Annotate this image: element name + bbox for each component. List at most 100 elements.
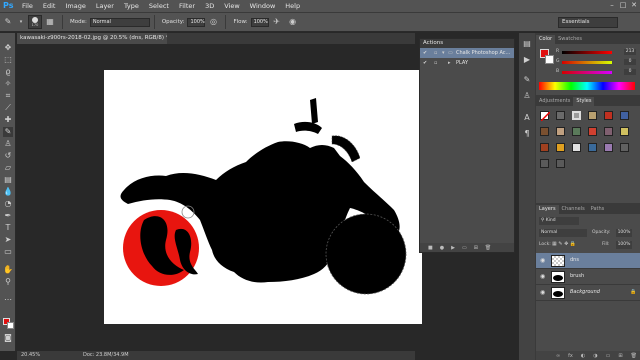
background-color-swatch[interactable] <box>7 322 14 329</box>
menu-filter[interactable]: Filter <box>174 0 200 12</box>
tab-styles[interactable]: Styles <box>573 97 595 106</box>
expand-arrow-icon[interactable]: ▾ <box>442 48 445 58</box>
tab-channels[interactable]: Channels <box>559 205 588 214</box>
layer-opacity-field[interactable]: 100% <box>616 229 632 237</box>
menu-layer[interactable]: Layer <box>91 0 119 12</box>
history-brush-tool-icon[interactable]: ↺ <box>3 151 13 161</box>
menu-edit[interactable]: Edit <box>38 0 61 12</box>
style-swatch[interactable] <box>556 127 565 136</box>
style-swatch[interactable] <box>620 111 629 120</box>
green-slider[interactable]: G 0 <box>556 59 636 65</box>
background-color-swatch[interactable] <box>545 55 554 64</box>
hand-tool-icon[interactable]: ✋ <box>3 265 13 275</box>
document-info[interactable]: Doc: 23.8M/34.9M <box>83 352 129 358</box>
tab-layers[interactable]: Layers <box>536 205 559 214</box>
opacity-field[interactable]: 100% <box>187 17 206 27</box>
dialog-toggle-icon[interactable]: ▫ <box>434 48 437 58</box>
marquee-tool-icon[interactable]: ⬚ <box>3 55 13 65</box>
green-value[interactable]: 0 <box>624 59 636 65</box>
mode-select[interactable]: Normal <box>89 17 150 27</box>
style-swatch[interactable] <box>572 127 581 136</box>
dodge-tool-icon[interactable]: ◔ <box>3 199 13 209</box>
close-button[interactable]: ✕ <box>630 1 638 10</box>
style-swatch[interactable] <box>604 111 613 120</box>
menu-help[interactable]: Help <box>280 0 305 12</box>
move-tool-icon[interactable]: ✥ <box>3 43 13 53</box>
style-swatch[interactable] <box>556 111 565 120</box>
maximize-button[interactable]: □ <box>619 1 627 10</box>
path-select-tool-icon[interactable]: ➤ <box>3 235 13 245</box>
quick-select-tool-icon[interactable]: ✧ <box>3 79 13 89</box>
record-icon[interactable]: ● <box>440 245 444 251</box>
trash-icon[interactable]: 🗑 <box>631 353 637 359</box>
minimize-button[interactable]: – <box>608 1 616 10</box>
healing-tool-icon[interactable]: ✚ <box>3 115 13 125</box>
blue-slider[interactable]: B 0 <box>556 69 636 75</box>
trash-icon[interactable]: 🗑 <box>485 245 491 251</box>
menu-file[interactable]: File <box>17 0 38 12</box>
more-tools-icon[interactable]: ⋯ <box>3 295 13 305</box>
new-layer-icon[interactable]: ⊞ <box>618 353 622 359</box>
blue-value[interactable]: 0 <box>624 69 636 75</box>
red-track[interactable] <box>562 51 612 54</box>
blur-tool-icon[interactable]: 💧 <box>3 187 13 197</box>
action-row[interactable]: ✔ ▫ ▸ PLAY <box>420 58 514 68</box>
group-icon[interactable]: ▭ <box>606 353 611 359</box>
layer-row-brush[interactable]: ◉ brush <box>536 269 640 285</box>
document-tab[interactable]: kawasaki-z900rs-2018-02.jpg @ 20.5% (dns… <box>17 33 167 44</box>
new-set-icon[interactable]: ▭ <box>462 245 467 251</box>
tab-swatches[interactable]: Swatches <box>555 35 585 44</box>
canvas-area[interactable] <box>17 44 422 351</box>
style-swatch[interactable] <box>588 111 597 120</box>
actions-panel-title[interactable]: Actions <box>420 39 514 48</box>
paragraph-panel-icon[interactable]: ¶ <box>522 129 532 139</box>
gradient-tool-icon[interactable]: ▤ <box>3 175 13 185</box>
style-swatch[interactable] <box>572 111 581 120</box>
tab-color[interactable]: Color <box>536 35 556 44</box>
brush-tool-icon[interactable]: ✎ <box>3 127 13 137</box>
layer-name[interactable]: brush <box>570 273 584 279</box>
brush-tool-icon[interactable]: ✎ <box>2 16 14 28</box>
style-swatch[interactable] <box>556 143 565 152</box>
chevron-down-icon[interactable]: ▾ <box>18 16 24 28</box>
eyedropper-tool-icon[interactable]: ⟋ <box>3 103 13 113</box>
clone-source-icon[interactable]: ♙ <box>522 91 532 101</box>
red-slider[interactable]: R 213 <box>556 49 636 55</box>
eye-icon[interactable]: ◉ <box>540 257 547 264</box>
flow-field[interactable]: 100% <box>250 17 269 27</box>
dialog-toggle-icon[interactable]: ▫ <box>434 58 437 68</box>
menu-select[interactable]: Select <box>144 0 174 12</box>
pressure-size-icon[interactable]: ◉ <box>287 16 299 28</box>
eye-icon[interactable]: ◉ <box>540 289 547 296</box>
airbrush-icon[interactable]: ✈ <box>271 16 283 28</box>
tab-adjustments[interactable]: Adjustments <box>536 97 573 106</box>
type-tool-icon[interactable]: T <box>3 223 13 233</box>
color-ramp[interactable] <box>539 82 635 90</box>
style-swatch[interactable] <box>588 127 597 136</box>
menu-view[interactable]: View <box>219 0 244 12</box>
style-swatch[interactable] <box>556 159 565 168</box>
quick-mask-icon[interactable]: ◙ <box>3 333 13 343</box>
character-panel-icon[interactable]: A <box>522 113 532 123</box>
history-panel-icon[interactable]: ▤ <box>522 39 532 49</box>
stop-icon[interactable]: ■ <box>428 245 433 251</box>
menu-type[interactable]: Type <box>119 0 144 12</box>
brush-panel-icon[interactable]: ✎ <box>522 75 532 85</box>
tab-paths[interactable]: Paths <box>588 205 608 214</box>
pen-tool-icon[interactable]: ✒ <box>3 211 13 221</box>
style-swatch[interactable] <box>540 127 549 136</box>
red-value[interactable]: 213 <box>624 49 636 55</box>
style-swatch[interactable] <box>620 127 629 136</box>
blue-track[interactable] <box>562 71 612 74</box>
adjustment-icon[interactable]: ◑ <box>593 353 597 359</box>
zoom-tool-icon[interactable]: ⚲ <box>3 277 13 287</box>
actions-panel-icon[interactable]: ▶ <box>522 55 532 65</box>
menu-image[interactable]: Image <box>60 0 90 12</box>
clone-stamp-tool-icon[interactable]: ♙ <box>3 139 13 149</box>
layer-row-background[interactable]: ◉ Background 🔒 <box>536 285 640 301</box>
crop-tool-icon[interactable]: ⌗ <box>3 91 13 101</box>
style-swatch[interactable] <box>604 143 613 152</box>
fill-field[interactable]: 100% <box>616 241 632 249</box>
expand-arrow-icon[interactable]: ▸ <box>448 58 451 68</box>
eye-icon[interactable]: ◉ <box>540 273 547 280</box>
